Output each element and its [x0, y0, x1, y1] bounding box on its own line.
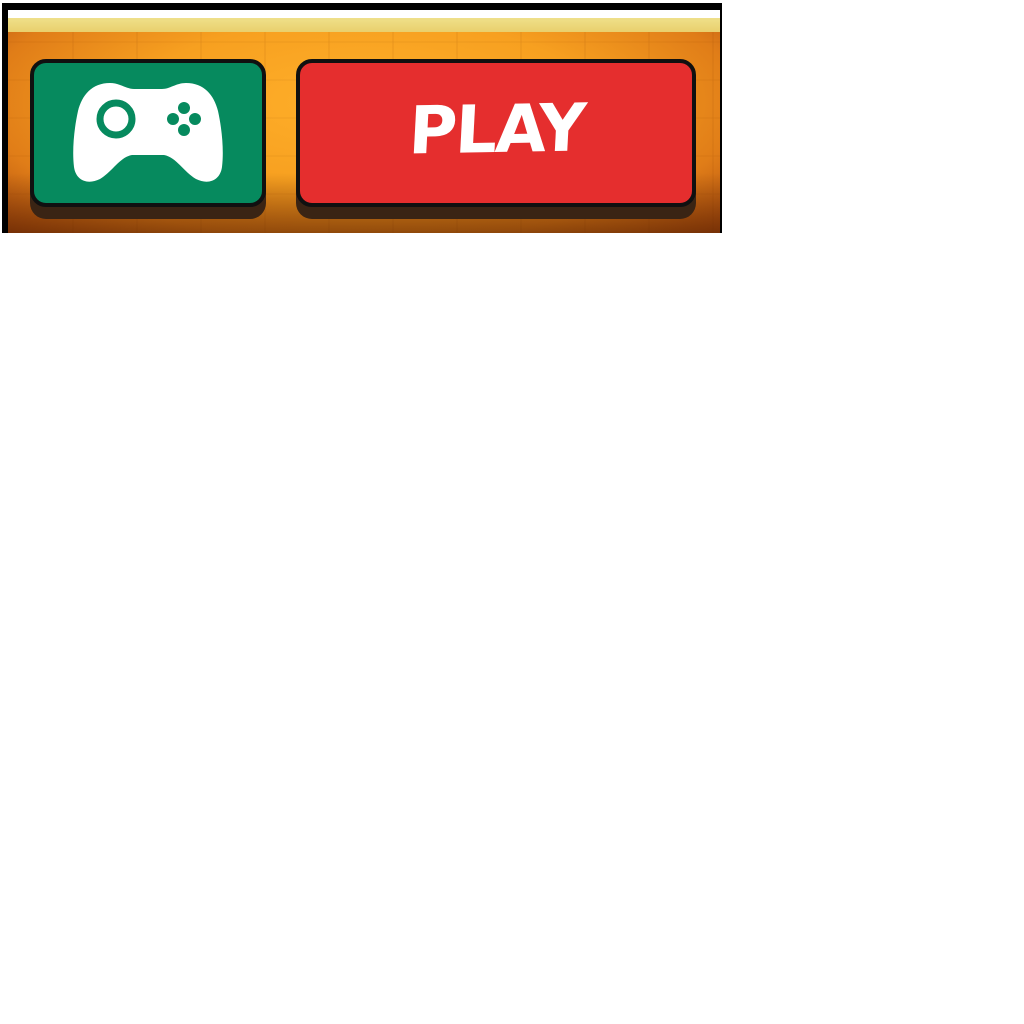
gold-strip — [8, 18, 720, 32]
top-strip — [8, 10, 720, 18]
action-button-bottom — [178, 124, 190, 136]
gamepad-body — [73, 83, 223, 182]
action-button-top — [178, 102, 190, 114]
gamepad-button[interactable] — [30, 59, 266, 207]
action-button-left — [167, 113, 179, 125]
game-panel: PLAY — [2, 3, 722, 233]
play-label: PLAY — [406, 89, 586, 170]
action-button-right — [189, 113, 201, 125]
play-button[interactable]: PLAY — [296, 59, 696, 207]
gamepad-icon — [73, 83, 223, 182]
